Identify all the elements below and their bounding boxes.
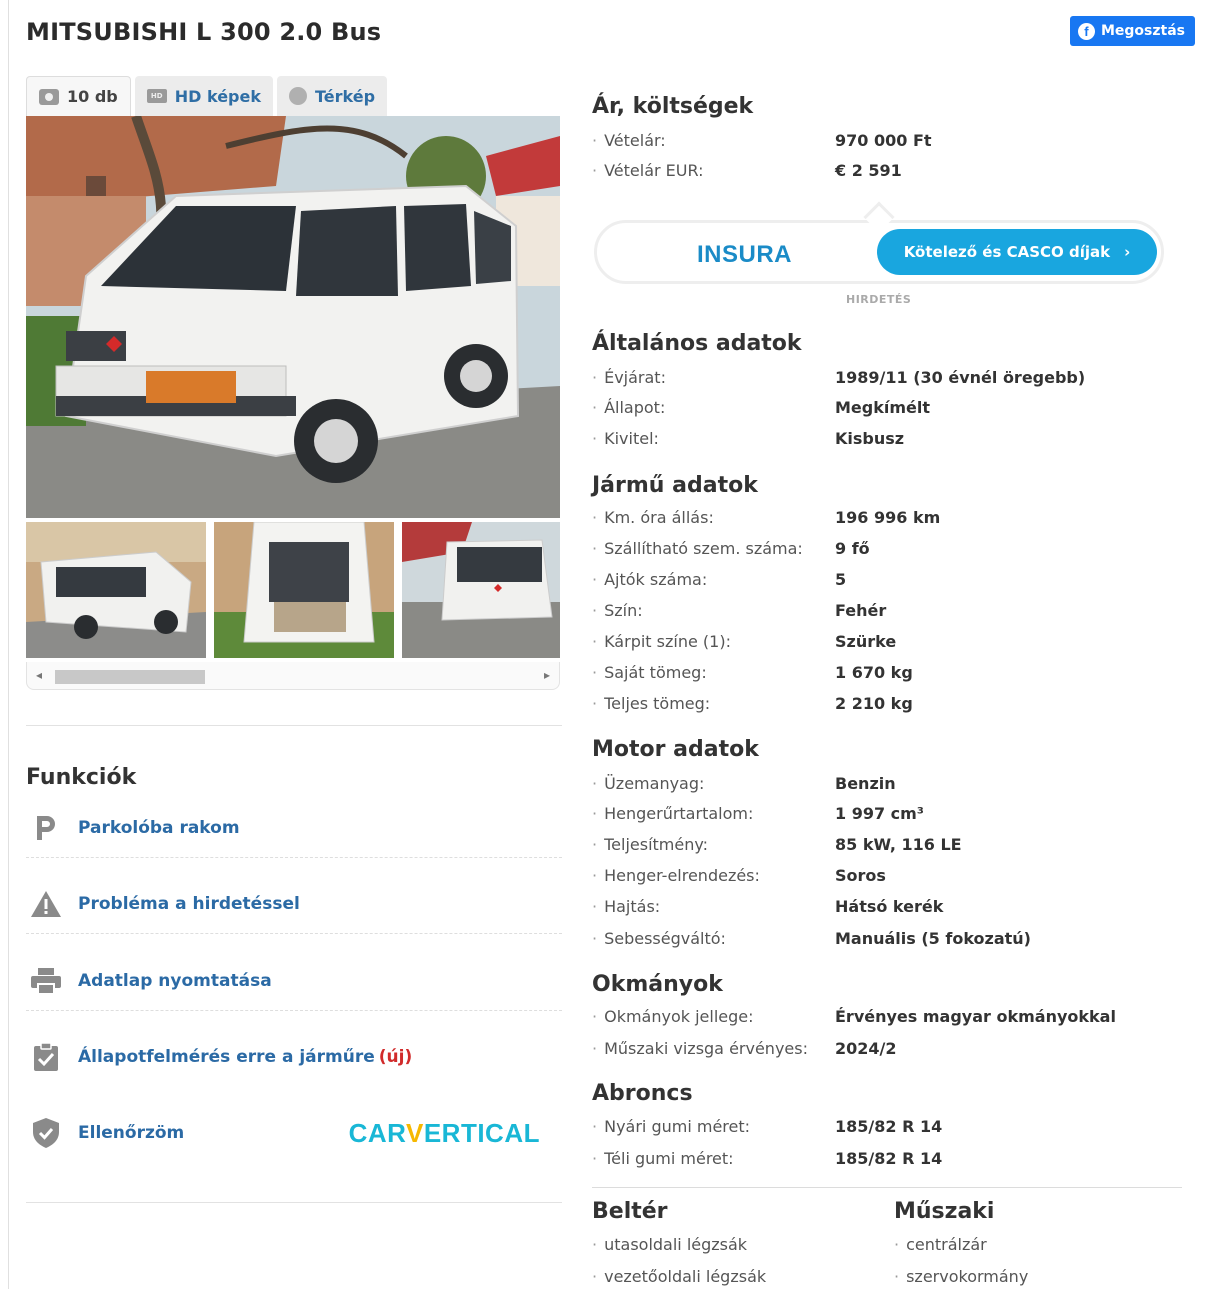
thumbnail-2[interactable]: [214, 522, 394, 658]
functions-heading: Funkciók: [26, 765, 137, 790]
scroll-right-icon[interactable]: ▸: [544, 668, 550, 682]
thumbnail-1[interactable]: [26, 522, 206, 658]
detail-row: Hengerűrtartalom:1 997 cm³: [592, 804, 1192, 832]
technical-item: szervokormány: [894, 1267, 1028, 1286]
detail-row: Műszaki vizsga érvényes:2024/2: [592, 1039, 1192, 1067]
documents-heading: Okmányok: [592, 972, 723, 997]
camera-icon: [39, 88, 59, 105]
tab-photos[interactable]: 10 db: [26, 76, 131, 116]
detail-row: Henger-elrendezés:Soros: [592, 866, 1192, 894]
detail-row: Állapot:Megkímélt: [592, 398, 1192, 426]
detail-row: Teljes tömeg:2 210 kg: [592, 694, 1192, 722]
interior-heading: Beltér: [592, 1199, 668, 1224]
function-item-inspection[interactable]: Állapotfelmérés erre a járműre (új): [26, 1027, 562, 1087]
carvertical-logo[interactable]: CARVERTICAL: [349, 1118, 540, 1149]
price-heading: Ár, költségek: [592, 94, 754, 119]
detail-row: Kárpit színe (1):Szürke: [592, 632, 1192, 660]
chevron-right-icon: ›: [1124, 243, 1131, 261]
technical-item: centrálzár: [894, 1235, 987, 1254]
van-photo-illustration: [26, 116, 560, 518]
interior-item: utasoldali légzsák: [592, 1235, 747, 1254]
engine-heading: Motor adatok: [592, 737, 759, 762]
function-label[interactable]: Állapotfelmérés erre a járműre: [78, 1047, 375, 1067]
vehicle-heading: Jármű adatok: [592, 473, 758, 498]
thumbnail-2-image: [214, 522, 394, 658]
detail-row: Hajtás:Hátsó kerék: [592, 897, 1192, 925]
page-title: MITSUBISHI L 300 2.0 Bus: [26, 18, 382, 46]
detail-row: Ajtók száma:5: [592, 570, 1192, 598]
function-item-print[interactable]: Adatlap nyomtatása: [26, 951, 562, 1011]
clipboard-check-icon: [26, 1042, 66, 1072]
detail-row: Nyári gumi méret:185/82 R 14: [592, 1117, 1192, 1145]
hd-icon: HD: [146, 89, 167, 103]
tab-map-label: Térkép: [315, 86, 376, 106]
thumbnail-3-image: [402, 522, 560, 658]
detail-row: Sebességváltó:Manuális (5 fokozatú): [592, 929, 1192, 957]
tab-photos-label: 10 db: [67, 87, 118, 106]
tab-map[interactable]: Térkép: [277, 76, 388, 116]
insura-logo: INSURA: [697, 241, 793, 268]
function-label[interactable]: Adatlap nyomtatása: [78, 971, 272, 991]
thumbnail-1-image: [26, 522, 206, 658]
function-item-report[interactable]: Probléma a hirdetéssel: [26, 874, 562, 934]
warning-icon: [26, 890, 66, 918]
divider: [26, 1202, 562, 1203]
detail-row: Évjárat:1989/11 (30 évnél öregebb): [592, 368, 1192, 396]
tires-heading: Abroncs: [592, 1081, 693, 1106]
detail-row: Okmányok jellege:Érvényes magyar okmányo…: [592, 1007, 1192, 1035]
detail-row: Saját tömeg:1 670 kg: [592, 663, 1192, 691]
divider: [26, 725, 562, 726]
parking-icon: [26, 814, 66, 842]
interior-item: vezetőoldali légzsák: [592, 1267, 766, 1286]
main-photo[interactable]: [26, 116, 560, 518]
gallery-tabs: 10 db HD HD képek Térkép: [26, 76, 388, 116]
insurance-quote-button[interactable]: Kötelező és CASCO díjak ›: [877, 229, 1157, 275]
detail-row: Km. óra állás:196 996 km: [592, 508, 1192, 536]
function-item-verify[interactable]: Ellenőrzöm CARVERTICAL: [26, 1103, 562, 1163]
general-heading: Általános adatok: [592, 331, 802, 356]
detail-row: Téli gumi méret:185/82 R 14: [592, 1149, 1192, 1177]
facebook-icon: f: [1077, 22, 1095, 40]
share-button[interactable]: f Megosztás: [1069, 16, 1195, 46]
new-badge: (új): [378, 1047, 413, 1067]
thumbnail-3[interactable]: [402, 522, 560, 658]
map-icon: [289, 87, 307, 105]
divider: [592, 1187, 1182, 1188]
detail-row: Szállítható szem. száma:9 fő: [592, 539, 1192, 567]
tab-hd-images[interactable]: HD HD képek: [134, 76, 273, 116]
thumbnail-strip: [26, 522, 560, 658]
scroll-thumb[interactable]: [55, 670, 205, 684]
detail-row: Szín:Fehér: [592, 601, 1192, 629]
detail-row: Üzemanyag:Benzin: [592, 774, 1192, 802]
ad-label: HIRDETÉS: [846, 293, 912, 306]
function-label[interactable]: Probléma a hirdetéssel: [78, 894, 300, 914]
tab-hd-label: HD képek: [174, 86, 261, 106]
function-label[interactable]: Parkolóba rakom: [78, 818, 240, 838]
share-label: Megosztás: [1100, 23, 1185, 39]
function-label[interactable]: Ellenőrzöm: [78, 1123, 184, 1143]
scroll-left-icon[interactable]: ◂: [36, 668, 42, 682]
detail-row: Kivitel:Kisbusz: [592, 429, 1192, 457]
shield-check-icon: [26, 1117, 66, 1149]
page-left-border: [8, 0, 9, 1289]
thumbnail-scrollbar[interactable]: ◂ ▸: [26, 662, 560, 690]
printer-icon: [26, 967, 66, 995]
function-item-park[interactable]: Parkolóba rakom: [26, 798, 562, 858]
technical-heading: Műszaki: [894, 1199, 995, 1224]
price-row: Vételár:970 000 Ft: [592, 131, 1192, 159]
price-eur-row: Vételár EUR:€ 2 591: [592, 161, 1192, 189]
detail-row: Teljesítmény:85 kW, 116 LE: [592, 835, 1192, 863]
